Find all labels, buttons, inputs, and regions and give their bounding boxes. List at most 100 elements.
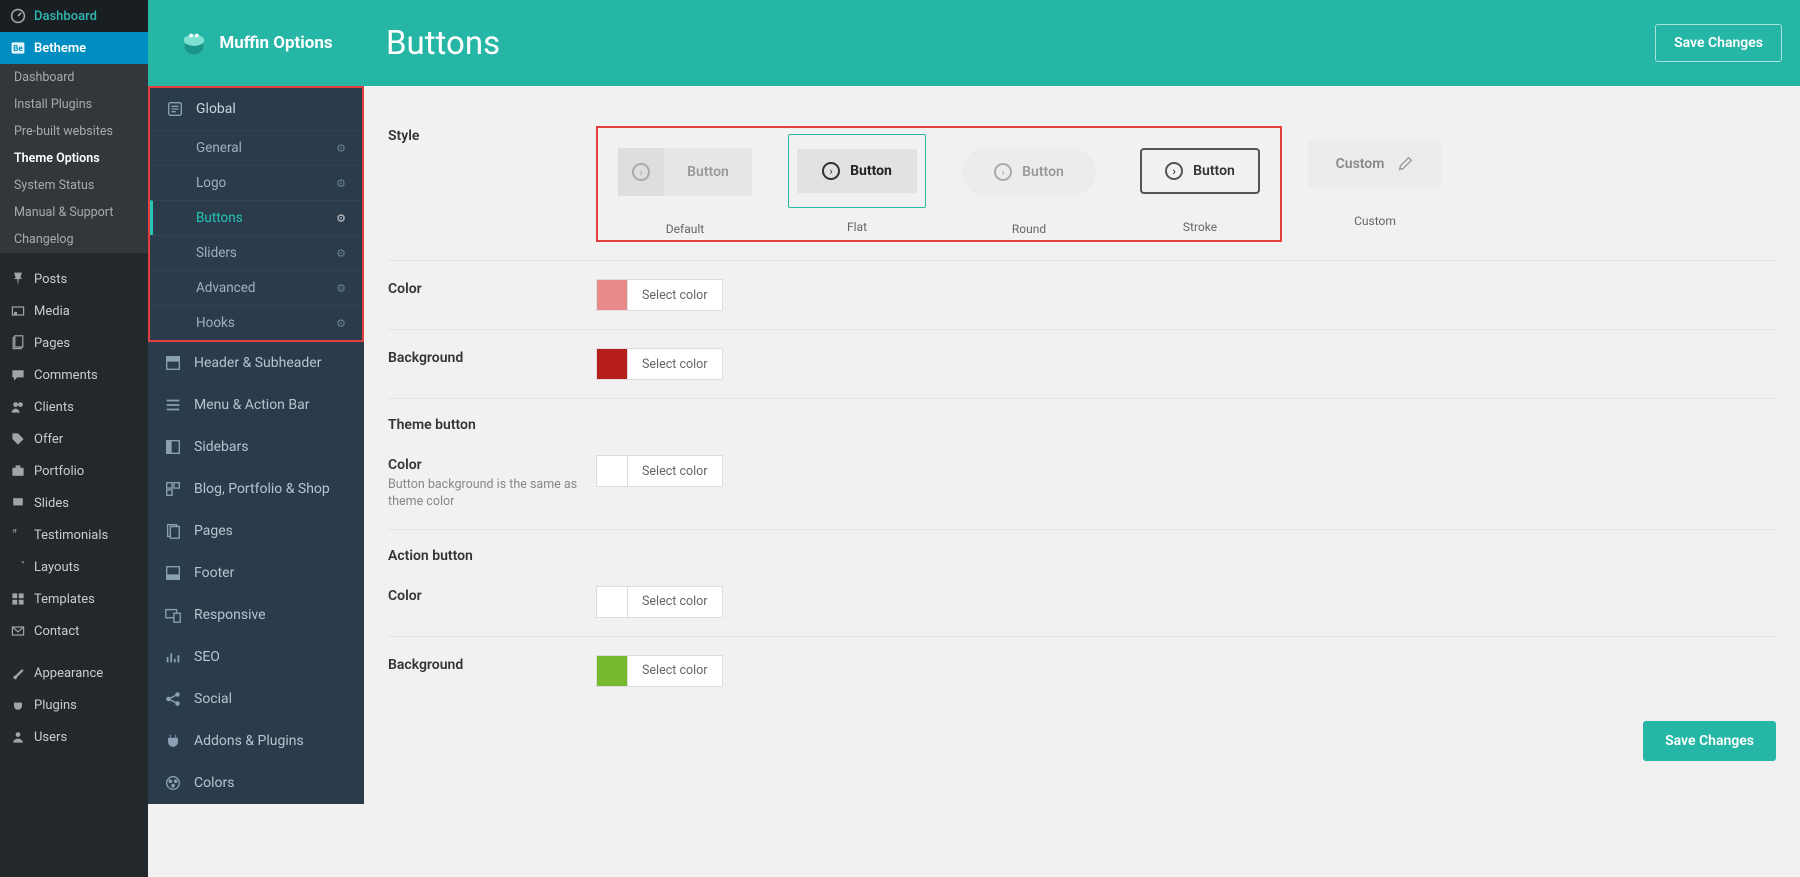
select-color-button[interactable]: Select color <box>628 348 723 380</box>
wp-testimonials-label: Testimonials <box>34 528 108 543</box>
wp-sub-dashboard[interactable]: Dashboard <box>0 64 148 91</box>
style-opt-default[interactable]: ›Button Default <box>610 134 760 236</box>
seo-label: SEO <box>194 649 220 665</box>
sidebar-item-footer[interactable]: Footer <box>148 552 364 594</box>
color-swatch[interactable] <box>596 279 628 311</box>
brand-label: Muffin Options <box>219 33 332 53</box>
style-opt-flat[interactable]: ›Button Flat <box>788 134 926 236</box>
theme-color-picker[interactable]: Select color <box>596 455 1776 487</box>
action-background-swatch[interactable] <box>596 655 628 687</box>
field-action-color: Color Select color <box>388 568 1776 637</box>
wp-betheme[interactable]: Be Betheme <box>0 32 148 64</box>
options-header: Muffin Options Buttons Save Changes <box>148 0 1800 86</box>
sidebar-item-social[interactable]: Social <box>148 678 364 720</box>
wp-sub-changelog[interactable]: Changelog <box>0 226 148 253</box>
sidebar-icon <box>164 438 182 456</box>
theme-color-swatch[interactable] <box>596 455 628 487</box>
wp-comments[interactable]: Comments <box>0 359 148 391</box>
wp-layouts-label: Layouts <box>34 560 80 575</box>
style-caption-round: Round <box>1012 222 1046 236</box>
sidebar-sub-sliders[interactable]: Sliders⚙ <box>150 235 362 270</box>
wp-templates-label: Templates <box>34 592 95 607</box>
wp-users[interactable]: Users <box>0 721 148 753</box>
color-picker[interactable]: Select color <box>596 279 1776 311</box>
wp-posts[interactable]: Posts <box>0 263 148 295</box>
sidebar-item-seo[interactable]: SEO <box>148 636 364 678</box>
sidebar-item-sidebars[interactable]: Sidebars <box>148 426 364 468</box>
style-caption-flat: Flat <box>847 220 867 234</box>
sidebar-item-addons[interactable]: Addons & Plugins <box>148 720 364 762</box>
style-opt-stroke[interactable]: ›Button Stroke <box>1132 134 1268 236</box>
wp-media[interactable]: Media <box>0 295 148 327</box>
pages-label: Pages <box>194 523 233 539</box>
sidebar-item-responsive[interactable]: Responsive <box>148 594 364 636</box>
save-button-top[interactable]: Save Changes <box>1655 24 1782 62</box>
sidebar-item-blog[interactable]: Blog, Portfolio & Shop <box>148 468 364 510</box>
advanced-label: Advanced <box>196 280 256 296</box>
slides-icon <box>10 495 26 511</box>
wp-plugins[interactable]: Plugins <box>0 689 148 721</box>
select-color-button[interactable]: Select color <box>628 655 723 687</box>
wp-slides[interactable]: Slides <box>0 487 148 519</box>
mail-icon <box>10 623 26 639</box>
brand: Muffin Options <box>148 0 364 86</box>
action-color-picker[interactable]: Select color <box>596 586 1776 618</box>
logo-label: Logo <box>196 175 226 191</box>
wp-sub-theme-options[interactable]: Theme Options <box>0 145 148 172</box>
responsive-label: Responsive <box>194 607 266 623</box>
wp-sub-manual[interactable]: Manual & Support <box>0 199 148 226</box>
footer-label: Footer <box>194 565 234 581</box>
style-opt-round[interactable]: ›Button Round <box>954 134 1104 236</box>
demo-button-text: Button <box>850 163 892 179</box>
wp-layouts[interactable]: Layouts <box>0 551 148 583</box>
action-background-label: Background <box>388 657 596 673</box>
wp-sub-system-status[interactable]: System Status <box>0 172 148 199</box>
sidebar-sub-buttons[interactable]: Buttons⚙ <box>150 200 362 235</box>
sidebar-sub-advanced[interactable]: Advanced⚙ <box>150 270 362 305</box>
sidebar-sub-general[interactable]: General⚙ <box>150 130 362 165</box>
wp-clients-label: Clients <box>34 400 74 415</box>
demo-button-text: Button <box>1193 163 1235 179</box>
wp-templates[interactable]: Templates <box>0 583 148 615</box>
sidebar-item-colors[interactable]: Colors <box>148 762 364 804</box>
demo-custom-text: Custom <box>1336 156 1385 172</box>
wp-betheme-label: Betheme <box>34 41 86 56</box>
wp-dashboard-label: Dashboard <box>34 9 97 24</box>
sidebar-item-pages[interactable]: Pages <box>148 510 364 552</box>
background-picker[interactable]: Select color <box>596 348 1776 380</box>
wp-portfolio[interactable]: Portfolio <box>0 455 148 487</box>
action-color-swatch[interactable] <box>596 586 628 618</box>
select-color-button[interactable]: Select color <box>628 455 723 487</box>
wp-testimonials[interactable]: "Testimonials <box>0 519 148 551</box>
wp-pages[interactable]: Pages <box>0 327 148 359</box>
wp-appearance[interactable]: Appearance <box>0 657 148 689</box>
action-button-heading: Action button <box>388 530 1776 568</box>
wp-sub-install-plugins[interactable]: Install Plugins <box>0 91 148 118</box>
wp-clients[interactable]: Clients <box>0 391 148 423</box>
header-label: Header & Subheader <box>194 355 321 371</box>
sidebar-item-global[interactable]: Global <box>150 88 362 130</box>
background-swatch[interactable] <box>596 348 628 380</box>
wp-appearance-label: Appearance <box>34 666 103 681</box>
save-button-bottom[interactable]: Save Changes <box>1643 721 1776 761</box>
select-color-button[interactable]: Select color <box>628 279 723 311</box>
sidebar-item-menu[interactable]: Menu & Action Bar <box>148 384 364 426</box>
wp-sub-prebuilt[interactable]: Pre-built websites <box>0 118 148 145</box>
wp-offer[interactable]: Offer <box>0 423 148 455</box>
global-icon <box>166 100 184 118</box>
style-opt-custom[interactable]: Custom Custom <box>1300 126 1450 228</box>
background-label: Background <box>388 350 596 366</box>
select-color-button[interactable]: Select color <box>628 586 723 618</box>
wp-contact[interactable]: Contact <box>0 615 148 647</box>
demo-button-text: Button <box>664 164 752 180</box>
social-icon <box>164 690 182 708</box>
sidebar-item-header[interactable]: Header & Subheader <box>148 342 364 384</box>
responsive-icon <box>164 606 182 624</box>
wp-dashboard[interactable]: Dashboard <box>0 0 148 32</box>
gear-icon: ⚙ <box>336 177 346 190</box>
options-content: Style ›Button Default ›Button <box>364 86 1782 801</box>
sidebar-sub-logo[interactable]: Logo ⚙ <box>150 165 362 200</box>
sidebar-sub-hooks[interactable]: Hooks⚙ <box>150 305 362 340</box>
global-group-highlighted: Global General⚙ Logo⚙ Buttons⚙ Sliders⚙ … <box>148 86 364 342</box>
action-background-picker[interactable]: Select color <box>596 655 1776 687</box>
